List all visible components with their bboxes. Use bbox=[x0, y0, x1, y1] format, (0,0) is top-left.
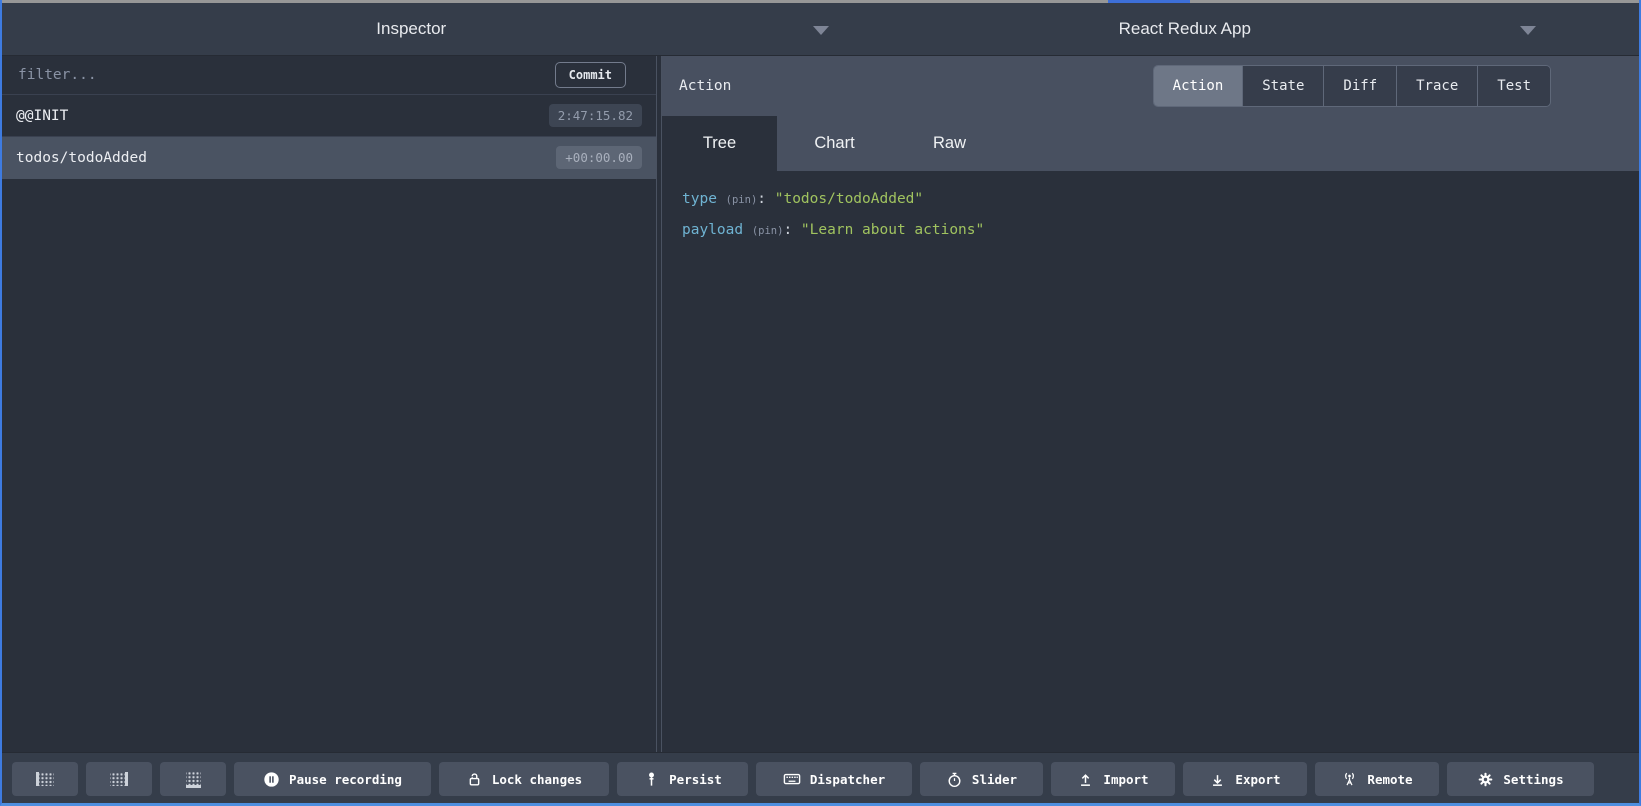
detail-header: Action Action State Diff Trace Test bbox=[662, 56, 1639, 116]
chevron-down-icon bbox=[1520, 26, 1536, 35]
button-label: Export bbox=[1235, 772, 1280, 787]
filter-input[interactable] bbox=[16, 66, 555, 84]
tab-trace[interactable]: Trace bbox=[1397, 66, 1478, 106]
json-string-value: "todos/todoAdded" bbox=[775, 191, 923, 207]
stopwatch-icon bbox=[946, 771, 963, 788]
button-label: Pause recording bbox=[289, 772, 402, 787]
keyboard-icon bbox=[783, 770, 801, 788]
chevron-down-icon bbox=[813, 26, 829, 35]
json-tree: type (pin): "todos/todoAdded" payload (p… bbox=[662, 171, 1639, 752]
upload-icon bbox=[1077, 771, 1094, 788]
export-button[interactable]: Export bbox=[1183, 762, 1307, 796]
instance-title: React Redux App bbox=[1119, 19, 1251, 39]
settings-button[interactable]: Settings bbox=[1447, 762, 1594, 796]
action-row-init[interactable]: @@INIT 2:47:15.82 bbox=[2, 95, 656, 137]
button-label: Settings bbox=[1503, 772, 1563, 787]
dock-right-icon bbox=[110, 772, 128, 786]
tab-test[interactable]: Test bbox=[1478, 66, 1550, 106]
button-label: Slider bbox=[972, 772, 1017, 787]
action-timestamp: 2:47:15.82 bbox=[549, 104, 642, 127]
button-label: Remote bbox=[1367, 772, 1412, 787]
detail-tab-group: Action State Diff Trace Test bbox=[1153, 65, 1551, 107]
pin-link[interactable]: (pin) bbox=[752, 225, 784, 237]
subtab-tree[interactable]: Tree bbox=[662, 116, 777, 171]
view-subtab-bar: Tree Chart Raw bbox=[662, 116, 1639, 171]
dispatcher-button[interactable]: Dispatcher bbox=[756, 762, 912, 796]
button-label: Dispatcher bbox=[810, 772, 885, 787]
dock-left-button[interactable] bbox=[12, 762, 78, 796]
action-row-todo-added[interactable]: todos/todoAdded +00:00.00 bbox=[2, 137, 656, 179]
bottom-toolbar: Pause recording Lock changes Persist bbox=[2, 752, 1639, 805]
dock-right-button[interactable] bbox=[86, 762, 152, 796]
json-key: type bbox=[682, 191, 717, 207]
main-area: Commit @@INIT 2:47:15.82 todos/todoAdded… bbox=[2, 56, 1639, 752]
persist-button[interactable]: Persist bbox=[617, 762, 748, 796]
action-timestamp: +00:00.00 bbox=[556, 146, 642, 169]
action-name: todos/todoAdded bbox=[16, 150, 147, 166]
import-button[interactable]: Import bbox=[1051, 762, 1175, 796]
tab-action[interactable]: Action bbox=[1154, 66, 1244, 106]
colon: : bbox=[757, 191, 766, 207]
remote-button[interactable]: Remote bbox=[1315, 762, 1439, 796]
section-title: Action bbox=[679, 78, 731, 94]
instance-select[interactable]: React Redux App bbox=[851, 3, 1640, 55]
pin-link[interactable]: (pin) bbox=[726, 194, 758, 206]
slider-button[interactable]: Slider bbox=[920, 762, 1043, 796]
antenna-icon bbox=[1341, 771, 1358, 788]
json-tree-row-type: type (pin): "todos/todoAdded" bbox=[682, 184, 1629, 215]
subtab-raw[interactable]: Raw bbox=[892, 116, 1007, 171]
monitor-title: Inspector bbox=[376, 19, 446, 39]
commit-button[interactable]: Commit bbox=[555, 62, 626, 88]
tab-state[interactable]: State bbox=[1243, 66, 1324, 106]
json-key: payload bbox=[682, 222, 743, 238]
json-string-value: "Learn about actions" bbox=[801, 222, 984, 238]
button-label: Persist bbox=[669, 772, 722, 787]
json-tree-row-payload: payload (pin): "Learn about actions" bbox=[682, 215, 1629, 246]
action-name: @@INIT bbox=[16, 108, 68, 124]
lock-changes-button[interactable]: Lock changes bbox=[439, 762, 609, 796]
pause-recording-button[interactable]: Pause recording bbox=[234, 762, 431, 796]
monitor-select[interactable]: Inspector bbox=[2, 3, 851, 55]
subtab-chart[interactable]: Chart bbox=[777, 116, 892, 171]
redux-devtools-window: Inspector React Redux App Commit @@INIT … bbox=[0, 0, 1641, 806]
devtools-header: Inspector React Redux App bbox=[2, 3, 1639, 56]
tab-diff[interactable]: Diff bbox=[1324, 66, 1397, 106]
colon: : bbox=[783, 222, 792, 238]
dock-bottom-icon bbox=[186, 771, 201, 788]
filter-row: Commit bbox=[2, 56, 656, 95]
lock-icon bbox=[466, 771, 483, 788]
download-icon bbox=[1209, 771, 1226, 788]
dock-left-icon bbox=[36, 772, 54, 786]
gear-icon bbox=[1477, 771, 1494, 788]
button-label: Lock changes bbox=[492, 772, 582, 787]
pause-icon bbox=[263, 771, 280, 788]
dock-bottom-button[interactable] bbox=[160, 762, 226, 796]
button-label: Import bbox=[1103, 772, 1148, 787]
action-list-panel: Commit @@INIT 2:47:15.82 todos/todoAdded… bbox=[2, 56, 657, 752]
inspector-detail-panel: Action Action State Diff Trace Test Tree… bbox=[662, 56, 1639, 752]
pin-icon bbox=[643, 771, 660, 788]
